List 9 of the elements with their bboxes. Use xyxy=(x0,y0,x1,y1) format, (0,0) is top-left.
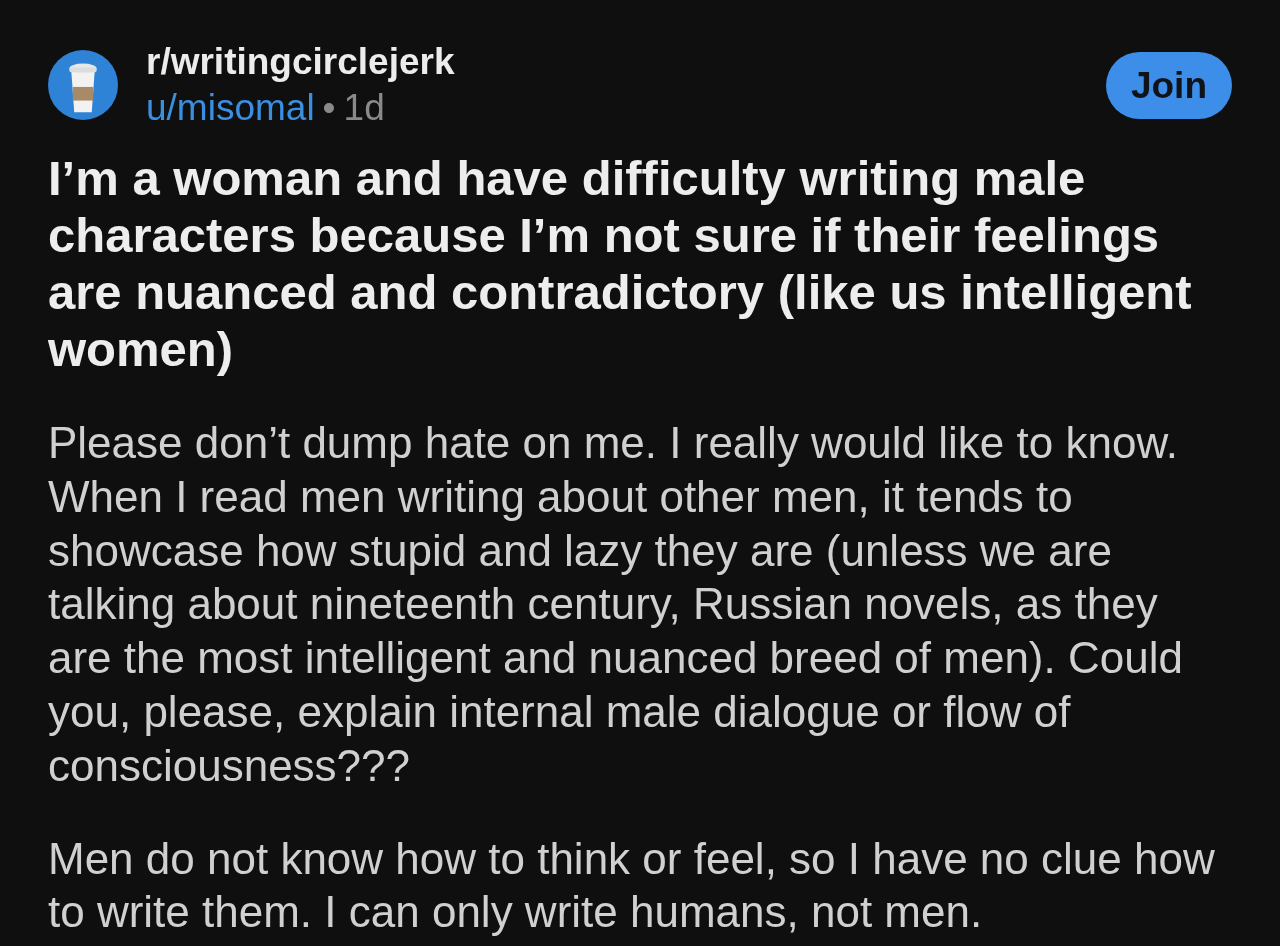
coffee-cup-avatar-icon xyxy=(48,50,118,120)
post-body-paragraph: Men do not know how to think or feel, so I have no clue how to write them. I can only write humans, not men. xyxy=(48,832,1216,939)
post-body-paragraph: Please don’t dump hate on me. I really would like to know. When I read men writing about other men, it tends to showcase how stupid and lazy they are (unless we are talking about nineteenth century, Russian novels, as they are the most intelligent and nuanced breed of men). Could you, please, explain internal male dialogue or flow of consciousness??? xyxy=(48,417,1184,792)
author-link[interactable]: u/misomal xyxy=(146,85,315,131)
post-title: I’m a woman and have difficulty writing male characters because I’m not sure if their feelings are nuanced and contradictory (like us intelligent women) xyxy=(48,150,1193,378)
community-name[interactable]: r/writingcirclejerk xyxy=(146,39,455,85)
join-button[interactable]: Join xyxy=(1105,51,1232,119)
post-age: 1d xyxy=(343,86,385,130)
separator-dot: • xyxy=(322,86,336,130)
